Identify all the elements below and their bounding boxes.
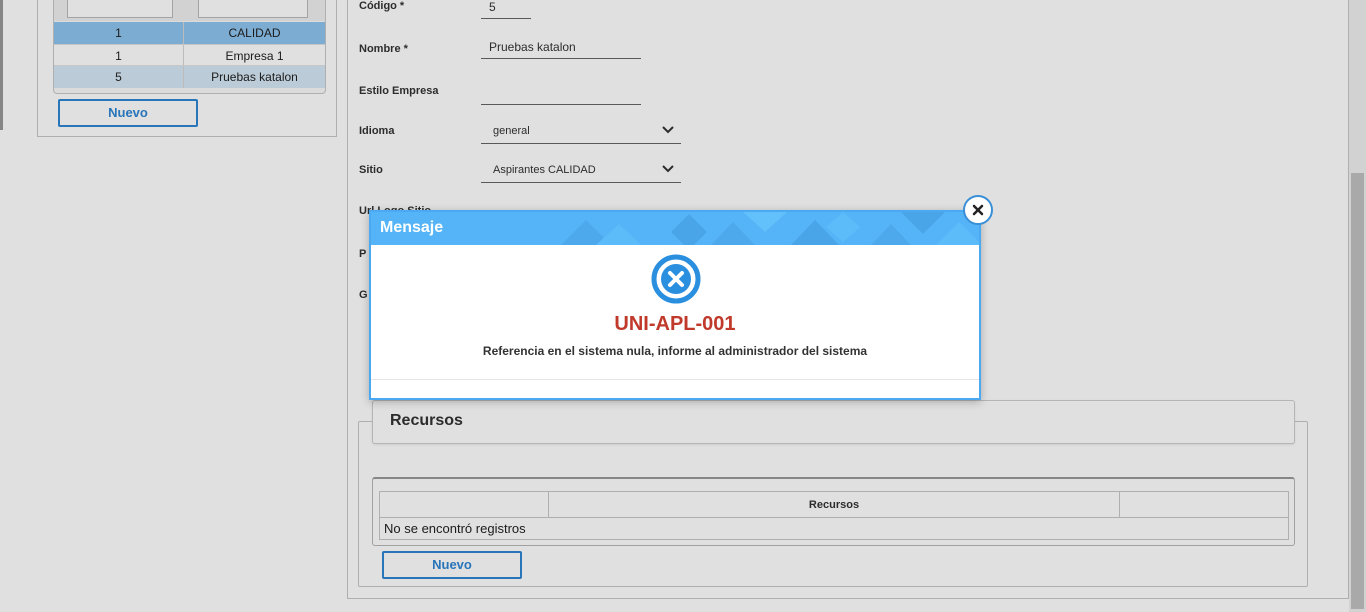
dialog-footer: [371, 379, 979, 380]
header-pattern: [561, 212, 979, 245]
dialog-close-button[interactable]: [963, 195, 993, 225]
close-icon: [972, 204, 984, 216]
error-code: UNI-APL-001: [614, 313, 736, 335]
message-dialog: Mensaje UNI-APL-001 Referencia en el sis…: [369, 210, 981, 400]
error-x-circle-icon: [651, 254, 701, 304]
error-message: Referencia en el sistema nula, informe a…: [482, 344, 868, 358]
dialog-title: Mensaje: [380, 219, 444, 236]
page: 1 CALIDAD 1 Empresa 1 5 Pruebas katalon …: [0, 0, 1366, 612]
dialog-header: Mensaje: [371, 212, 979, 245]
